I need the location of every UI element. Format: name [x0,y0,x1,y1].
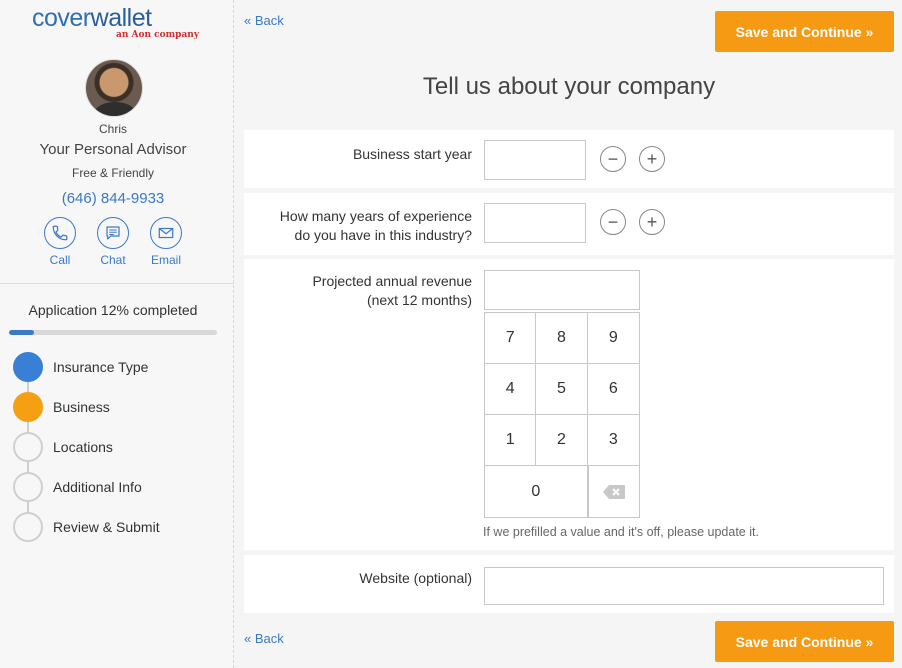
experience-row: How many years of experience do you have… [244,193,894,255]
progress-label: Application 12% completed [28,302,198,318]
plus-icon: + [646,212,658,232]
step-label: Insurance Type [53,359,149,375]
step-complete-icon [13,352,43,382]
keypad-key-9[interactable]: 9 [587,313,639,364]
step-business[interactable]: Business [13,392,110,422]
step-connector [27,382,29,392]
keypad-key-5[interactable]: 5 [536,364,588,415]
revenue-row: Projected annual revenue (next 12 months… [244,259,894,550]
step-connector [27,502,29,512]
keypad-key-2[interactable]: 2 [536,415,588,466]
revenue-hint: If we prefilled a value and it's off, pl… [483,525,759,539]
call-button[interactable]: Call [40,217,80,267]
step-label: Locations [53,439,113,455]
keypad-key-1[interactable]: 1 [485,415,537,466]
chat-label: Chat [100,253,126,267]
numeric-keypad: 7 8 9 4 5 6 1 2 3 0 [484,312,640,518]
plus-icon: + [646,149,658,169]
step-pending-icon [13,432,43,462]
decrement-start-year-button[interactable]: − [600,146,626,172]
sidebar: coverwallet an Aon company Chris Your Pe… [0,0,234,668]
website-input[interactable] [484,567,884,605]
experience-label: How many years of experience do you have… [280,207,472,245]
keypad-backspace-button[interactable] [587,466,639,517]
keypad-key-4[interactable]: 4 [485,364,537,415]
advisor-phone-link[interactable]: (646) 844-9933 [0,190,226,207]
logo-text-cover: cover [32,4,91,32]
website-row: Website (optional) [244,555,894,613]
increment-experience-button[interactable]: + [639,209,665,235]
minus-icon: − [607,149,619,169]
step-locations: Locations [13,432,113,462]
logo-text-wallet: wallet [90,4,152,32]
step-additional-info: Additional Info [13,472,142,502]
progress-bar [9,330,217,335]
revenue-label: Projected annual revenue (next 12 months… [312,272,472,310]
keypad-key-8[interactable]: 8 [536,313,588,364]
start-year-input[interactable] [484,140,586,180]
step-pending-icon [13,512,43,542]
avatar [85,59,143,117]
save-continue-button-top[interactable]: Save and Continue » [715,11,894,52]
minus-icon: − [607,212,619,232]
step-label: Business [53,399,110,415]
step-current-icon [13,392,43,422]
backspace-icon [602,484,625,499]
back-link-bottom[interactable]: « Back [244,631,284,646]
keypad-key-6[interactable]: 6 [587,364,639,415]
phone-icon [44,217,76,249]
step-pending-icon [13,472,43,502]
step-review-submit: Review & Submit [13,512,160,542]
sidebar-divider [0,283,234,284]
advisor-title: Your Personal Advisor [39,141,187,158]
keypad-key-3[interactable]: 3 [587,415,639,466]
experience-input[interactable] [484,203,586,243]
step-insurance-type[interactable]: Insurance Type [13,352,148,382]
email-icon [150,217,182,249]
chat-button[interactable]: Chat [93,217,133,267]
revenue-input[interactable] [484,270,640,310]
call-label: Call [49,253,71,267]
save-continue-button-bottom[interactable]: Save and Continue » [715,621,894,662]
progress-bar-fill [9,330,34,335]
advisor-name: Chris [98,122,127,136]
advisor-tagline: Free & Friendly [71,166,155,180]
revenue-label-line1: Projected annual revenue [312,273,472,289]
experience-label-line1: How many years of experience [279,208,472,224]
back-link-top[interactable]: « Back [244,13,284,28]
coverwallet-logo[interactable]: coverwallet an Aon company [32,4,199,40]
email-label: Email [150,253,181,267]
start-year-label: Business start year [352,146,472,162]
logo-subtitle: an Aon company [116,30,200,40]
start-year-row: Business start year − + [244,130,894,188]
step-connector [27,422,29,432]
experience-label-line2: do you have in this industry? [294,227,472,243]
website-label: Website (optional) [359,570,472,586]
decrement-experience-button[interactable]: − [600,209,626,235]
revenue-label-line2: (next 12 months) [366,292,472,308]
step-connector [27,462,29,472]
step-label: Additional Info [53,479,142,495]
step-label: Review & Submit [53,519,160,535]
keypad-key-7[interactable]: 7 [485,313,537,364]
keypad-key-0[interactable]: 0 [485,466,588,517]
page-title: Tell us about your company [422,73,716,100]
increment-start-year-button[interactable]: + [639,146,665,172]
email-button[interactable]: Email [146,217,186,267]
chat-icon [97,217,129,249]
